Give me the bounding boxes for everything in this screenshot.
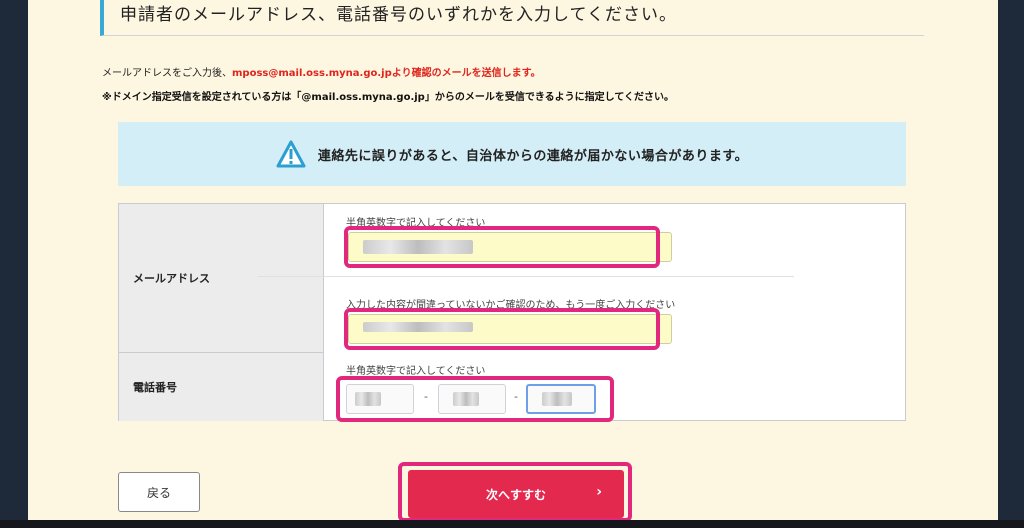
background-right bbox=[998, 0, 1024, 528]
phone-hint: 半角英数字で記入してください bbox=[346, 366, 486, 377]
email-label: メールアドレス bbox=[119, 204, 323, 353]
phone-label: 電話番号 bbox=[119, 353, 323, 421]
page-heading: 申請者のメールアドレス、電話番号のいずれかを入力してください。 bbox=[100, 0, 924, 36]
email-highlight bbox=[344, 226, 660, 268]
divider bbox=[323, 204, 324, 420]
form-page: 申請者のメールアドレス、電話番号のいずれかを入力してください。 メールアドレスを… bbox=[28, 0, 998, 522]
email-confirm-highlight bbox=[344, 308, 660, 350]
bottom-bar bbox=[0, 520, 1024, 528]
warning-icon bbox=[276, 140, 306, 168]
next-button-highlight bbox=[398, 462, 632, 522]
warning-text: 連絡先に誤りがあると、自治体からの連絡が届かない場合があります。 bbox=[317, 148, 749, 164]
domain-notice: ※ドメイン指定受信を設定されている方は「@mail.oss.myna.go.jp… bbox=[102, 92, 675, 103]
warning-banner: 連絡先に誤りがあると、自治体からの連絡が届かない場合があります。 bbox=[118, 122, 906, 186]
background-left bbox=[0, 0, 30, 528]
phone-highlight bbox=[336, 376, 614, 422]
back-button[interactable]: 戻る bbox=[118, 472, 200, 512]
divider bbox=[258, 276, 794, 277]
email-notice-text: メールアドレスをご入力後、 bbox=[102, 68, 232, 79]
email-notice: メールアドレスをご入力後、mposs@mail.oss.myna.go.jpより… bbox=[102, 64, 541, 79]
email-notice-sender: mposs@mail.oss.myna.go.jpより確認のメールを送信します。 bbox=[232, 68, 541, 79]
